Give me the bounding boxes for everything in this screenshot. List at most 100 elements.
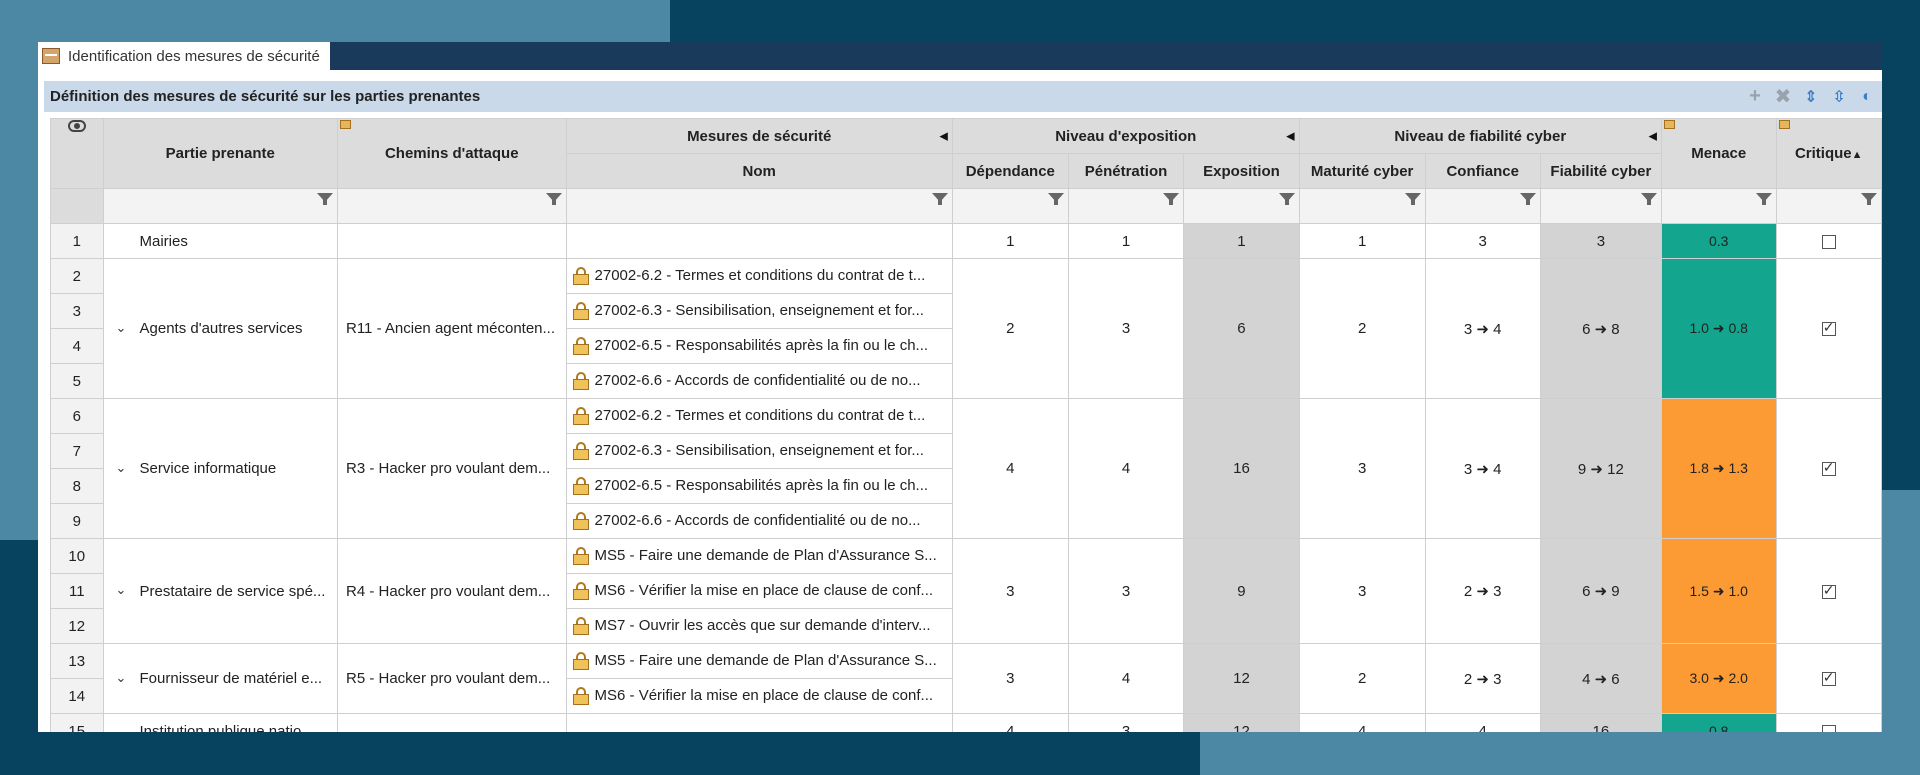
partie-prenante-cell[interactable]: ⌄ Prestataire de service spé... [102,538,339,644]
mesure-cell[interactable]: 27002-6.5 - Responsabilités après la fin… [565,328,953,364]
critique-cell[interactable] [1775,258,1882,399]
mesure-cell[interactable] [565,713,953,732]
collapse-group-icon[interactable]: ◀ [1286,130,1294,143]
filter-cell[interactable] [565,188,953,224]
filter-icon[interactable] [1278,193,1295,205]
mesure-cell[interactable]: 27002-6.3 - Sensibilisation, enseignemen… [565,433,953,469]
mesure-cell[interactable]: MS6 - Vérifier la mise en place de claus… [565,678,953,714]
chemin-cell[interactable]: R4 - Hacker pro voulant dem... [337,538,567,644]
chemin-cell[interactable] [337,713,567,732]
header-fiabilite[interactable]: Fiabilité cyber [1539,153,1662,189]
filter-icon[interactable] [1755,193,1772,205]
mesure-cell[interactable]: MS5 - Faire une demande de Plan d'Assura… [565,538,953,574]
tab-identification[interactable]: Identification des mesures de sécurité [38,42,330,70]
confiance-cell[interactable]: 4 [1424,713,1541,732]
penetration-cell[interactable]: 3 [1067,538,1185,644]
filter-cell[interactable] [951,188,1069,224]
dependance-cell[interactable]: 2 [951,258,1069,399]
header-group-exposition[interactable]: Niveau d'exposition ◀ [951,118,1300,154]
confiance-cell[interactable]: 3 ➜ 4 [1424,258,1541,399]
dependance-cell[interactable]: 3 [951,538,1069,644]
filter-icon[interactable] [931,193,948,205]
table-row[interactable]: 15 Institution publique natio... 4 3 12 4 4 16 0… [50,713,1882,732]
header-dependance[interactable]: Dépendance [951,153,1069,189]
critique-checkbox[interactable] [1821,724,1836,732]
filter-icon[interactable] [317,193,333,205]
dependance-cell[interactable]: 1 [951,223,1069,259]
header-nom[interactable]: Nom [565,153,953,189]
filter-cell[interactable] [102,188,339,224]
maturite-cell[interactable]: 2 [1298,258,1426,399]
filter-icon[interactable] [1640,193,1657,205]
header-chemins[interactable]: Chemins d'attaque [337,118,567,189]
penetration-cell[interactable]: 1 [1067,223,1185,259]
partie-prenante-cell[interactable]: ⌄ Agents d'autres services [102,258,339,399]
more-icon[interactable]: ◐ [1856,86,1878,108]
mesure-cell[interactable]: 27002-6.3 - Sensibilisation, enseignemen… [565,293,953,329]
table-row[interactable]: 2 ⌄ Agents d'autres services R11 - Ancien a… [50,258,1882,399]
critique-checkbox[interactable] [1821,234,1836,249]
mesure-cell[interactable]: MS5 - Faire une demande de Plan d'Assura… [565,643,953,679]
mesure-cell[interactable]: 27002-6.6 - Accords de confidentialité o… [565,363,953,399]
partie-prenante-cell[interactable]: Mairies [102,223,339,259]
dependance-cell[interactable]: 4 [951,713,1069,732]
filter-icon[interactable] [1519,193,1536,205]
critique-checkbox[interactable] [1821,669,1836,687]
header-confiance[interactable]: Confiance [1424,153,1541,189]
mesure-cell[interactable]: MS6 - Vérifier la mise en place de claus… [565,573,953,609]
table-row[interactable]: 10 ⌄ Prestataire de service spé... R4 - Hac… [50,538,1882,644]
filter-cell[interactable] [1183,188,1300,224]
filter-cell[interactable] [1067,188,1185,224]
critique-cell[interactable] [1775,713,1882,732]
dependance-cell[interactable]: 3 [951,643,1069,714]
mesure-cell[interactable] [565,223,953,259]
table-row[interactable]: 13 ⌄ Fournisseur de matériel e... R5 - Hack… [50,643,1882,714]
delete-icon[interactable]: ✖ [1772,86,1794,108]
penetration-cell[interactable]: 3 [1067,713,1185,732]
mesure-cell[interactable]: 27002-6.2 - Termes et conditions du cont… [565,398,953,434]
maturite-cell[interactable]: 1 [1298,223,1426,259]
header-group-mesures[interactable]: Mesures de sécurité ◀ [565,118,953,154]
header-partie[interactable]: Partie prenante [102,118,339,189]
maturite-cell[interactable]: 3 [1298,398,1426,539]
filter-cell[interactable] [1424,188,1541,224]
mesure-cell[interactable]: MS7 - Ouvrir les accès que sur demande d… [565,608,953,644]
dependance-cell[interactable]: 4 [951,398,1069,539]
critique-checkbox[interactable] [1821,319,1836,337]
expand-chevron-icon[interactable]: ⌄ [116,670,127,686]
filter-cell[interactable] [1298,188,1426,224]
chemin-cell[interactable]: R11 - Ancien agent méconten... [337,258,567,399]
maturite-cell[interactable]: 3 [1298,538,1426,644]
critique-cell[interactable] [1775,643,1882,714]
collapse-group-icon[interactable]: ◀ [939,130,947,143]
filter-icon[interactable] [1861,193,1877,205]
mesure-cell[interactable]: 27002-6.2 - Termes et conditions du cont… [565,258,953,294]
mesure-cell[interactable]: 27002-6.5 - Responsabilités après la fin… [565,468,953,504]
confiance-cell[interactable]: 3 [1424,223,1541,259]
header-group-fiabilite[interactable]: Niveau de fiabilité cyber ◀ [1298,118,1662,154]
maturite-cell[interactable]: 2 [1298,643,1426,714]
chemin-cell[interactable]: R5 - Hacker pro voulant dem... [337,643,567,714]
penetration-cell[interactable]: 3 [1067,258,1185,399]
add-icon[interactable]: + [1744,85,1766,108]
filter-icon[interactable] [1404,193,1421,205]
collapse-all-icon[interactable]: ⇳ [1828,86,1850,108]
critique-cell[interactable] [1775,223,1882,259]
header-exposition[interactable]: Exposition [1183,153,1300,189]
header-critique[interactable]: Critique▲ [1775,118,1882,189]
confiance-cell[interactable]: 2 ➜ 3 [1424,643,1541,714]
table-row[interactable]: 1 Mairies 1 1 1 1 3 3 0.3 [50,223,1882,259]
header-penetration[interactable]: Pénétration [1067,153,1185,189]
partie-prenante-cell[interactable]: Institution publique natio... [102,713,339,732]
critique-checkbox[interactable] [1821,582,1836,599]
partie-prenante-cell[interactable]: ⌄ Fournisseur de matériel e... [102,643,339,714]
filter-cell[interactable] [1539,188,1662,224]
penetration-cell[interactable]: 4 [1067,398,1185,539]
table-row[interactable]: 6 ⌄ Service informatique R3 - Hacker pro vo… [50,398,1882,539]
chemin-cell[interactable] [337,223,567,259]
critique-cell[interactable] [1775,538,1882,644]
filter-cell[interactable] [1775,188,1882,224]
penetration-cell[interactable]: 4 [1067,643,1185,714]
mesure-cell[interactable]: 27002-6.6 - Accords de confidentialité o… [565,503,953,539]
filter-icon[interactable] [1047,193,1064,205]
